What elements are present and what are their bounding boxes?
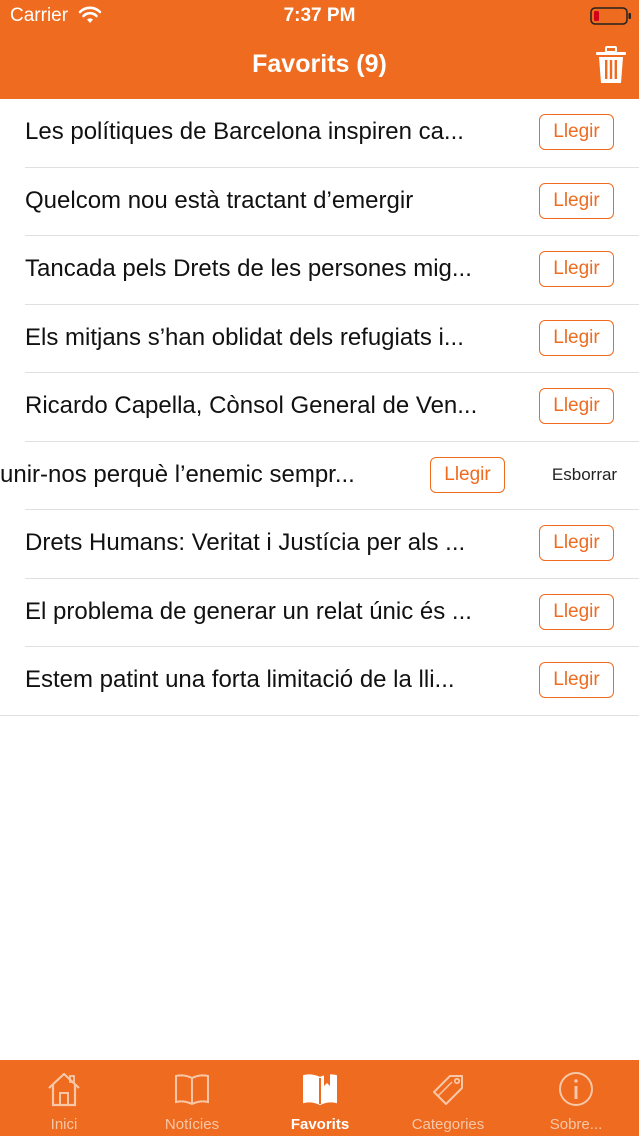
list-item[interactable]: Drets Humans: Veritat i Justícia per als… <box>0 510 639 579</box>
read-button[interactable]: Llegir <box>539 593 614 630</box>
favorites-list: Les polítiques de Barcelona inspiren ca.… <box>0 99 639 716</box>
read-button[interactable]: Llegir <box>539 114 614 150</box>
tab-favorites[interactable]: Favorits <box>256 1060 384 1136</box>
read-button[interactable]: Llegir <box>539 319 614 356</box>
article-title: Els mitjans s’han oblidat dels refugiats… <box>25 323 464 351</box>
status-time: 7:37 PM <box>283 5 356 26</box>
tab-label: Categories <box>411 1116 485 1133</box>
read-button[interactable]: Llegir <box>539 525 614 561</box>
list-item[interactable]: Els mitjans s’han oblidat dels refugiats… <box>0 305 639 373</box>
list-item[interactable]: Tancada pels Drets de les persones mig..… <box>0 236 639 305</box>
read-button[interactable]: Llegir <box>539 182 614 219</box>
delete-button[interactable]: Esborrar <box>530 441 639 510</box>
status-bar: Carrier 7:37 PM <box>0 0 639 32</box>
article-title: Ricardo Capella, Cònsol General de Ven..… <box>25 392 478 419</box>
list-item[interactable]: Les polítiques de Barcelona inspiren ca.… <box>0 99 639 168</box>
list-item-swiped[interactable]: unir-nos perquè l’enemic sempr... Llegir… <box>0 441 639 510</box>
book-icon <box>175 1074 209 1106</box>
battery-icon <box>590 7 631 25</box>
tab-bar: Inici Notícies Favorits Categories Sobre… <box>0 1060 639 1136</box>
tag-icon <box>433 1075 463 1105</box>
bookmark-book-icon <box>303 1074 337 1106</box>
house-icon <box>48 1072 80 1107</box>
list-item[interactable]: Quelcom nou està tractant d’emergir Lleg… <box>0 168 639 236</box>
tab-categories[interactable]: Categories <box>384 1060 512 1136</box>
info-icon <box>559 1072 593 1106</box>
read-button[interactable]: Llegir <box>539 388 614 424</box>
list-item[interactable]: Ricardo Capella, Cònsol General de Ven..… <box>0 373 639 442</box>
article-title: Quelcom nou està tractant d’emergir <box>25 186 414 214</box>
header: Carrier 7:37 PM Favorits (9) <box>0 0 639 99</box>
article-title: unir-nos perquè l’enemic sempr... <box>0 460 355 488</box>
tab-about[interactable]: Sobre... <box>512 1060 639 1136</box>
read-button[interactable]: Llegir <box>430 456 505 493</box>
article-title: Les polítiques de Barcelona inspiren ca.… <box>25 118 464 145</box>
article-title: Estem patint una forta limitació de la l… <box>25 666 455 693</box>
page-title: Favorits (9) <box>252 50 387 78</box>
tab-label: Favorits <box>290 1116 350 1133</box>
tab-label: Inici <box>50 1116 78 1133</box>
article-title: Drets Humans: Veritat i Justícia per als… <box>25 529 466 556</box>
tab-label: Sobre... <box>549 1116 603 1133</box>
row-divider <box>0 714 639 716</box>
article-title: El problema de generar un relat únic és … <box>25 597 472 625</box>
list-item[interactable]: El problema de generar un relat únic és … <box>0 579 639 647</box>
tab-news[interactable]: Notícies <box>128 1060 256 1136</box>
trash-icon[interactable] <box>596 46 626 84</box>
tab-label: Notícies <box>164 1116 220 1133</box>
article-title: Tancada pels Drets de les persones mig..… <box>25 255 472 282</box>
read-button[interactable]: Llegir <box>539 662 614 698</box>
tab-home[interactable]: Inici <box>0 1060 128 1136</box>
read-button[interactable]: Llegir <box>539 251 614 287</box>
list-item[interactable]: Estem patint una forta limitació de la l… <box>0 647 639 716</box>
